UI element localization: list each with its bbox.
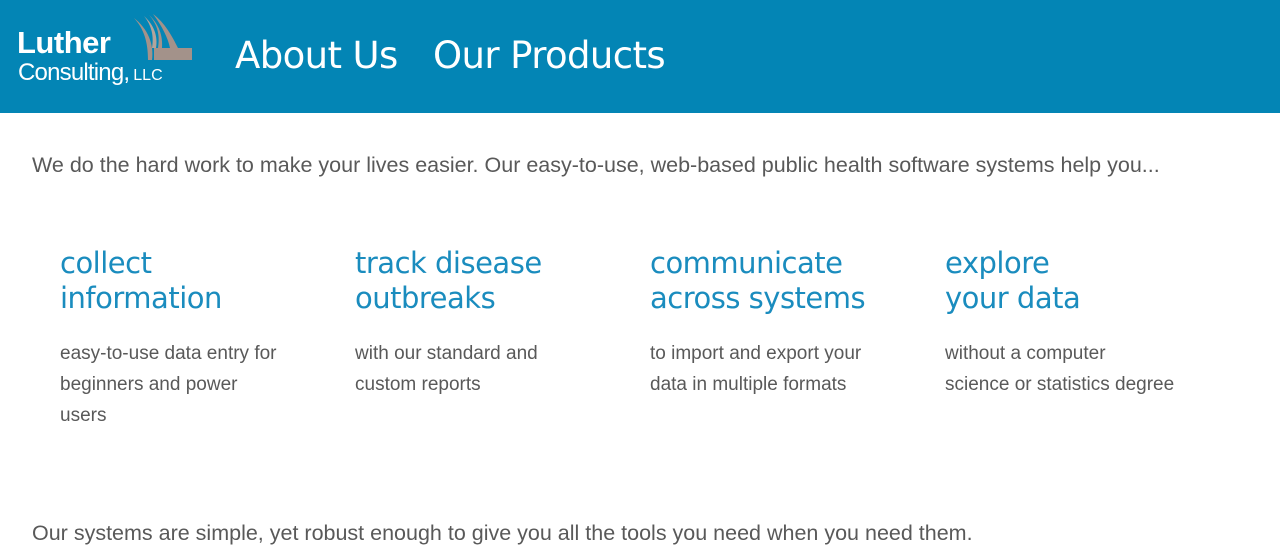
company-logo-link[interactable]: Luther Consulting, LLC: [17, 14, 192, 92]
feature-title: explore your data: [945, 246, 1185, 316]
feature-title-line: communicate: [650, 246, 843, 280]
feature-description: easy-to-use data entry for beginners and…: [60, 338, 300, 431]
feature-title: track disease outbreaks: [355, 246, 595, 316]
feature-description-line: users: [60, 405, 107, 426]
feature-description-line: custom reports: [355, 374, 481, 395]
feature-description: to import and export your data in multip…: [650, 338, 890, 400]
feature-description-line: beginners and power: [60, 374, 238, 395]
feature-description: with our standard and custom reports: [355, 338, 595, 400]
logo-wordmark-consulting: Consulting, LLC: [18, 59, 163, 90]
intro-text: We do the hard work to make your lives e…: [32, 153, 1160, 177]
feature-title-line: your data: [945, 281, 1081, 315]
feature-description-line: easy-to-use data entry for: [60, 343, 277, 364]
feature-title-line: explore: [945, 246, 1050, 280]
feature-communicate-across-systems: communicate across systems to import and…: [650, 246, 890, 400]
feature-title-line: information: [60, 281, 222, 315]
logo-wordmark-luther: Luther: [17, 25, 111, 60]
feature-description-line: science or statistics degree: [945, 374, 1175, 395]
nav-link-our-products[interactable]: Our Products: [433, 32, 666, 80]
feature-description-line: data in multiple formats: [650, 374, 847, 395]
feature-title-line: collect: [60, 246, 152, 280]
feature-title: communicate across systems: [650, 246, 890, 316]
feature-title-line: across systems: [650, 281, 866, 315]
feature-collect-information: collect information easy-to-use data ent…: [60, 246, 300, 431]
feature-title: collect information: [60, 246, 300, 316]
feature-title-line: outbreaks: [355, 281, 496, 315]
feature-description: without a computer science or statistics…: [945, 338, 1185, 400]
logo-llc-text: LLC: [133, 67, 163, 84]
swoosh-square-icon: [134, 14, 192, 60]
site-header: Luther Consulting, LLC About Us Our Produ…: [0, 0, 1280, 113]
logo-consulting-text: Consulting,: [18, 59, 130, 86]
nav-link-about-us[interactable]: About Us: [235, 32, 398, 80]
feature-description-line: to import and export your: [650, 343, 862, 364]
feature-track-disease-outbreaks: track disease outbreaks with our standar…: [355, 246, 595, 400]
feature-description-line: without a computer: [945, 343, 1106, 364]
feature-explore-your-data: explore your data without a computer sci…: [945, 246, 1185, 400]
feature-title-line: track disease: [355, 246, 542, 280]
feature-description-line: with our standard and: [355, 343, 538, 364]
closing-text: Our systems are simple, yet robust enoug…: [32, 521, 973, 545]
